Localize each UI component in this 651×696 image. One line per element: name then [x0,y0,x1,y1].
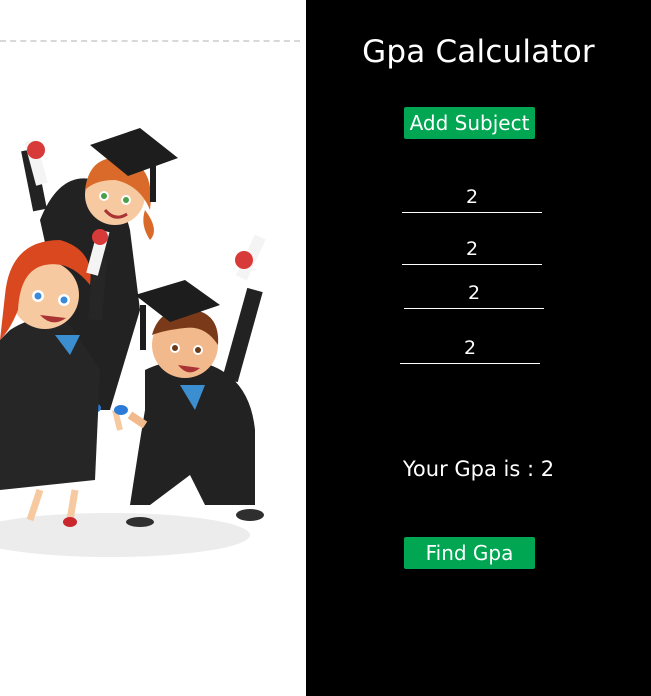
graduate-girl-front [0,229,110,527]
add-subject-button[interactable]: Add Subject [404,107,535,139]
illustration-pane [0,0,306,696]
calculator-panel: Gpa Calculator Add Subject 2 2 2 2 Your … [306,0,651,696]
find-gpa-button[interactable]: Find Gpa [404,537,535,569]
dashed-divider [0,40,300,42]
gpa-result-label: Your Gpa is : [402,457,535,481]
subject-input-1[interactable]: 2 [402,182,542,213]
subject-input-3[interactable]: 2 [404,278,544,309]
gpa-result-value: 2 [540,457,555,481]
graduate-boy [126,234,266,527]
subject-input-4[interactable]: 2 [400,333,540,364]
graduates-illustration [0,128,266,557]
gpa-result: Your Gpa is : 2 [306,457,651,481]
subject-input-2[interactable]: 2 [402,234,542,265]
page-title: Gpa Calculator [362,34,595,70]
